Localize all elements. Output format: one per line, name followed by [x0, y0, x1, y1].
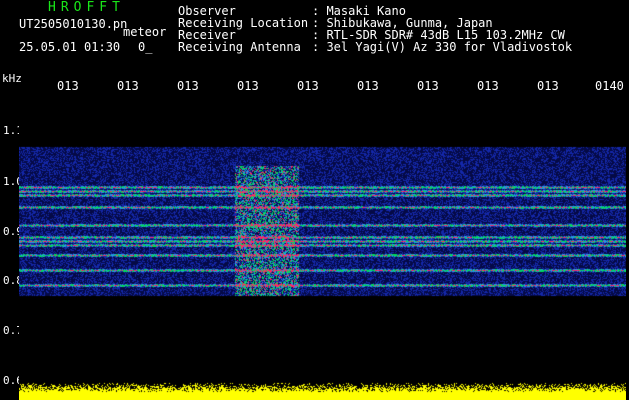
app-title: HROFFT — [48, 0, 125, 15]
unit-label: kHz — [2, 72, 22, 85]
meta-value: : 3el Yagi(V) Az 330 for Vladivostok — [312, 40, 573, 54]
x-tick-label: 013 — [417, 79, 439, 93]
x-tick-label: 013 — [357, 79, 379, 93]
datetime-label: 25.05.01 01:30 — [19, 40, 121, 54]
x-tick-label: 013 — [117, 79, 139, 93]
spectrogram-canvas — [19, 95, 626, 400]
x-tick-label: 013 — [477, 79, 499, 93]
meta-key: Receiving Antenna — [178, 40, 301, 54]
x-tick-label: 013 — [57, 79, 79, 93]
x-tick-label: 013 — [297, 79, 319, 93]
x-tick-label: 013 — [237, 79, 259, 93]
x-tick-label: 013 — [177, 79, 199, 93]
counter-label: 0_ — [138, 40, 153, 54]
meta-antenna: Receiving Antenna : 3el Yagi(V) Az 330 fo… — [178, 41, 572, 53]
x-tick-label: 0140 — [595, 79, 624, 93]
meteor-label: meteor — [123, 25, 167, 39]
x-tick-label: 013 — [537, 79, 559, 93]
filename-label: UT2505010130.pn — [19, 17, 128, 31]
